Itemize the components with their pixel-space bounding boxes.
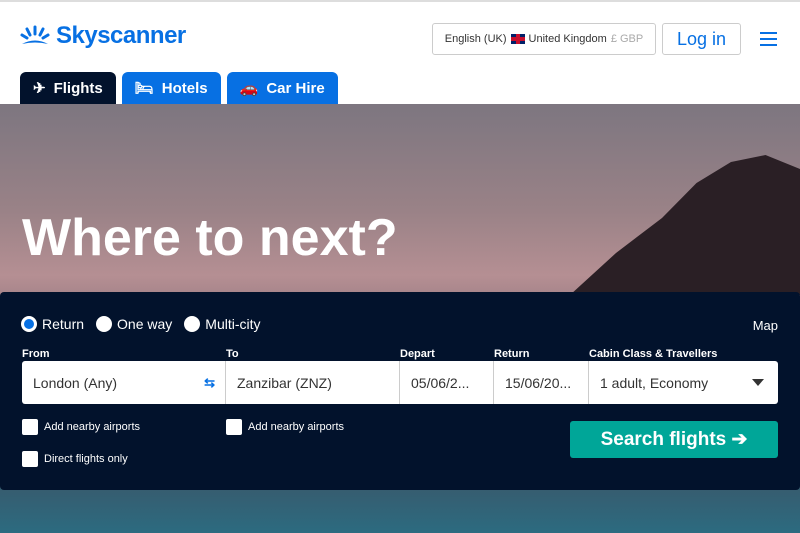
- tab-label: Flights: [53, 79, 103, 97]
- return-input[interactable]: 15/06/20...: [494, 361, 589, 404]
- uk-flag-icon: [510, 34, 525, 44]
- checkbox[interactable]: [22, 451, 38, 467]
- search-flights-button[interactable]: Search flights ➔: [570, 421, 778, 458]
- checkbox[interactable]: [226, 419, 242, 435]
- from-input[interactable]: London (Any) ⇆: [22, 361, 226, 404]
- nearby-from-checkbox[interactable]: Add nearby airports: [22, 419, 140, 435]
- radio-circle[interactable]: [184, 316, 201, 332]
- radio-multi-city[interactable]: Multi-city: [184, 316, 261, 332]
- country: United Kingdom: [528, 33, 607, 45]
- checkbox-label: Add nearby airports: [248, 421, 344, 433]
- map-link[interactable]: Map: [753, 318, 778, 333]
- bed-icon: 🛏: [134, 80, 154, 97]
- hamburger-menu-icon[interactable]: [760, 32, 777, 46]
- radio-label: Multi-city: [205, 316, 261, 332]
- return-value: 15/06/20...: [505, 374, 572, 391]
- tab-label: Hotels: [161, 79, 208, 97]
- radio-label: One way: [117, 316, 173, 332]
- from-value: London (Any): [33, 374, 118, 391]
- cabin-value: 1 adult, Economy: [600, 374, 709, 391]
- radio-circle[interactable]: [96, 316, 113, 332]
- sunrise-logo-icon: [20, 25, 50, 44]
- radio-circle[interactable]: [21, 316, 37, 332]
- nearby-to-checkbox[interactable]: Add nearby airports: [226, 419, 344, 435]
- depart-value: 05/06/2...: [411, 374, 470, 391]
- product-tabs: ✈ Flights 🛏 Hotels 🚗 Car Hire: [20, 72, 338, 104]
- hero-headline: Where to next?: [22, 209, 398, 267]
- tab-car-hire[interactable]: 🚗 Car Hire: [226, 72, 338, 104]
- search-fields: London (Any) ⇆ Zanzibar (ZNZ) 05/06/2... …: [22, 361, 778, 404]
- tab-flights[interactable]: ✈ Flights: [20, 72, 116, 104]
- car-icon: 🚗: [239, 80, 259, 97]
- skyscanner-logo[interactable]: Skyscanner: [20, 22, 186, 50]
- top-border: [0, 0, 800, 2]
- swap-icon[interactable]: ⇆: [204, 375, 215, 391]
- to-value: Zanzibar (ZNZ): [237, 374, 332, 391]
- flight-search-panel: Return One way Multi-city Map From To De…: [0, 292, 800, 490]
- depart-label: Depart: [400, 348, 435, 360]
- to-input[interactable]: Zanzibar (ZNZ): [226, 361, 400, 404]
- chevron-down-icon: [752, 379, 764, 386]
- radio-one-way[interactable]: One way: [96, 316, 172, 332]
- currency: £ GBP: [610, 33, 644, 45]
- plane-icon: ✈: [33, 80, 46, 97]
- tab-label: Car Hire: [266, 79, 325, 97]
- language: English (UK): [444, 33, 507, 45]
- locale-selector[interactable]: English (UK) United Kingdom £ GBP: [432, 23, 656, 55]
- cabin-select[interactable]: 1 adult, Economy: [589, 361, 778, 404]
- radio-return[interactable]: Return: [21, 316, 84, 332]
- checkbox[interactable]: [22, 419, 38, 435]
- radio-label: Return: [42, 316, 85, 332]
- direct-flights-checkbox[interactable]: Direct flights only: [22, 451, 128, 467]
- from-label: From: [22, 348, 50, 360]
- tab-hotels[interactable]: 🛏 Hotels: [121, 72, 221, 104]
- trip-type-group: Return One way Multi-city: [21, 316, 261, 332]
- to-label: To: [226, 348, 239, 360]
- checkbox-label: Direct flights only: [44, 453, 128, 465]
- cabin-label: Cabin Class & Travellers: [589, 348, 718, 360]
- depart-input[interactable]: 05/06/2...: [400, 361, 494, 404]
- logo-text: Skyscanner: [56, 22, 186, 49]
- login-button[interactable]: Log in: [662, 23, 741, 55]
- return-label: Return: [494, 348, 530, 360]
- checkbox-label: Add nearby airports: [44, 421, 140, 433]
